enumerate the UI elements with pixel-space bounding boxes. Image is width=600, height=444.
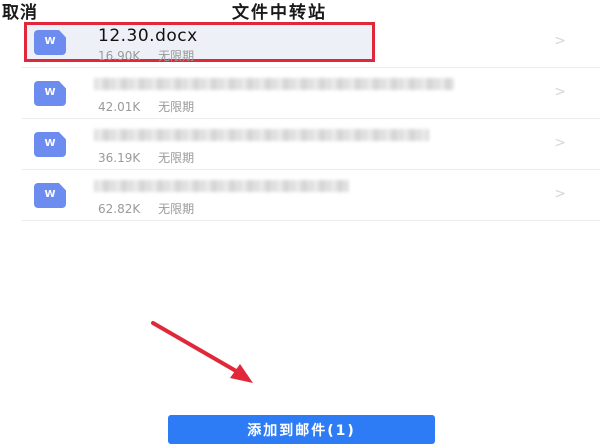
blurred-file-name: [94, 180, 349, 192]
file-row[interactable]: W 12.30.docx 16.90K 无限期 >: [22, 17, 600, 68]
file-row[interactable]: W 42.01K 无限期 >: [22, 68, 600, 119]
file-expiry: 无限期: [158, 49, 195, 63]
blurred-file-name: [94, 129, 429, 141]
file-row[interactable]: W 36.19K 无限期 >: [22, 119, 600, 170]
file-expiry: 无限期: [158, 151, 195, 165]
blurred-file-name: [94, 78, 454, 90]
word-doc-icon-letter: W: [44, 36, 56, 47]
file-size: 36.19K: [98, 151, 141, 165]
file-list: W 12.30.docx 16.90K 无限期 > W 42.01K 无限期 >…: [22, 17, 600, 221]
word-doc-icon: W: [34, 81, 66, 106]
chevron-right-icon: >: [554, 186, 566, 202]
word-doc-icon-letter: W: [44, 87, 56, 98]
word-doc-icon-letter: W: [44, 138, 56, 149]
file-meta: 42.01K 无限期: [98, 98, 194, 115]
add-to-mail-button[interactable]: 添加到邮件(1): [168, 415, 435, 444]
file-size: 62.82K: [98, 202, 141, 216]
chevron-right-icon: >: [554, 135, 566, 151]
file-name: 12.30.docx: [98, 26, 198, 46]
chevron-right-icon: >: [554, 84, 566, 100]
file-expiry: 无限期: [158, 202, 195, 216]
file-size: 42.01K: [98, 100, 141, 114]
file-meta: 36.19K 无限期: [98, 149, 194, 166]
word-doc-icon: W: [34, 30, 66, 55]
file-expiry: 无限期: [158, 100, 195, 114]
file-row[interactable]: W 62.82K 无限期 >: [22, 170, 600, 221]
chevron-right-icon: >: [554, 33, 566, 49]
file-meta: 16.90K 无限期: [98, 47, 194, 64]
file-meta: 62.82K 无限期: [98, 200, 194, 217]
file-size: 16.90K: [98, 49, 141, 63]
word-doc-icon-letter: W: [44, 189, 56, 200]
word-doc-icon: W: [34, 183, 66, 208]
word-doc-icon: W: [34, 132, 66, 157]
